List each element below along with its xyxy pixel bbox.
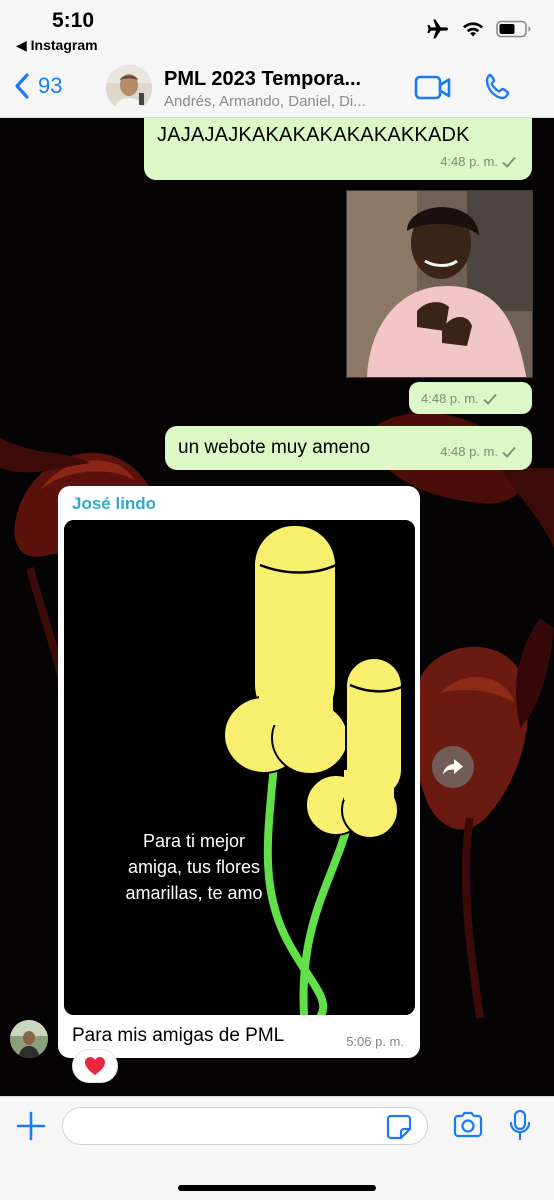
- sent-check-icon: [483, 393, 497, 405]
- image-caption-line: Para ti mejor: [142, 831, 246, 851]
- photo-thumbnail: [347, 191, 532, 377]
- camera-icon: [453, 1111, 483, 1138]
- microphone-button[interactable]: [508, 1109, 532, 1146]
- group-avatar-image: [106, 65, 152, 111]
- message-image-incoming[interactable]: Para ti mejor amiga, tus flores amarilla…: [64, 520, 415, 1015]
- plus-icon: [16, 1111, 46, 1141]
- forward-button[interactable]: [432, 746, 474, 788]
- message-text: JAJAJAJKAKAKAKAKAKAKKADK: [157, 124, 470, 146]
- status-bar: 5:10 ◀ Instagram: [0, 0, 554, 58]
- sent-check-icon: [502, 156, 516, 168]
- image-caption: Para ti mejor amiga, tus flores amarilla…: [104, 828, 284, 906]
- group-members[interactable]: Andrés, Armando, Daniel, Di...: [164, 93, 400, 110]
- message-time: 4:48 p. m.: [421, 391, 479, 406]
- message-input-bar: [0, 1096, 554, 1200]
- image-caption-line: amarillas, te amo: [125, 883, 263, 903]
- video-call-button[interactable]: [414, 74, 452, 107]
- sent-check-icon: [502, 446, 516, 458]
- message-text: Para mis amigas de PML: [72, 1025, 285, 1046]
- video-camera-icon: [414, 75, 451, 100]
- unread-count: 93: [38, 73, 63, 98]
- wifi-icon: [463, 22, 483, 37]
- battery-icon: [496, 20, 531, 38]
- image-caption-line: amiga, tus flores: [127, 857, 261, 877]
- message-bubble-outgoing[interactable]: un webote muy ameno 4:48 p. m.: [165, 426, 532, 470]
- sender-name: José lindo: [72, 494, 157, 513]
- heart-icon: [85, 1057, 105, 1075]
- message-meta: 5:06 p. m.: [346, 1034, 404, 1049]
- message-meta: 4:48 p. m.: [440, 444, 516, 459]
- phone-icon: [485, 73, 510, 100]
- airplane-icon: [427, 19, 448, 39]
- clock: 5:10: [52, 9, 95, 32]
- status-icons: [426, 18, 532, 40]
- sender-avatar-image: [10, 1020, 48, 1058]
- sticker-button[interactable]: [386, 1114, 412, 1145]
- microphone-icon: [509, 1109, 531, 1141]
- chat-header: 93 PML 2023 Tempora... Andrés, Armando, …: [0, 58, 554, 118]
- chevron-left-icon: [15, 73, 29, 99]
- sender-avatar[interactable]: [10, 1020, 48, 1058]
- image-time-badge: 4:48 p. m.: [409, 382, 532, 414]
- message-time: 4:48 p. m.: [440, 444, 498, 459]
- back-button[interactable]: 93: [14, 72, 62, 100]
- message-meta: 4:48 p. m.: [421, 391, 497, 406]
- message-time: 5:06 p. m.: [346, 1034, 404, 1049]
- flowers-drawing: [64, 520, 415, 1015]
- message-meta: 4:48 p. m.: [440, 154, 516, 169]
- message-time: 4:48 p. m.: [440, 154, 498, 169]
- group-avatar[interactable]: [106, 65, 152, 111]
- message-image-outgoing[interactable]: [346, 190, 533, 378]
- message-input[interactable]: [62, 1107, 428, 1145]
- home-indicator: [178, 1185, 376, 1191]
- sticker-icon: [386, 1114, 412, 1140]
- group-title[interactable]: PML 2023 Tempora...: [164, 68, 400, 91]
- reaction-badge[interactable]: [72, 1049, 118, 1083]
- voice-call-button[interactable]: [483, 72, 513, 107]
- back-to-instagram-link[interactable]: ◀ Instagram: [16, 37, 98, 54]
- message-bubble-outgoing[interactable]: JAJAJAJKAKAKAKAKAKAKKADK 4:48 p. m.: [144, 118, 532, 180]
- forward-icon: [443, 759, 463, 775]
- message-bubble-incoming[interactable]: José lindo Para ti mejor amiga, tus flor…: [58, 486, 420, 1058]
- camera-button[interactable]: [452, 1111, 484, 1144]
- attach-button[interactable]: [16, 1111, 46, 1146]
- chat-area[interactable]: JAJAJAJKAKAKAKAKAKAKKADK 4:48 p. m. 4:48…: [0, 118, 554, 1096]
- message-text: un webote muy ameno: [178, 437, 371, 458]
